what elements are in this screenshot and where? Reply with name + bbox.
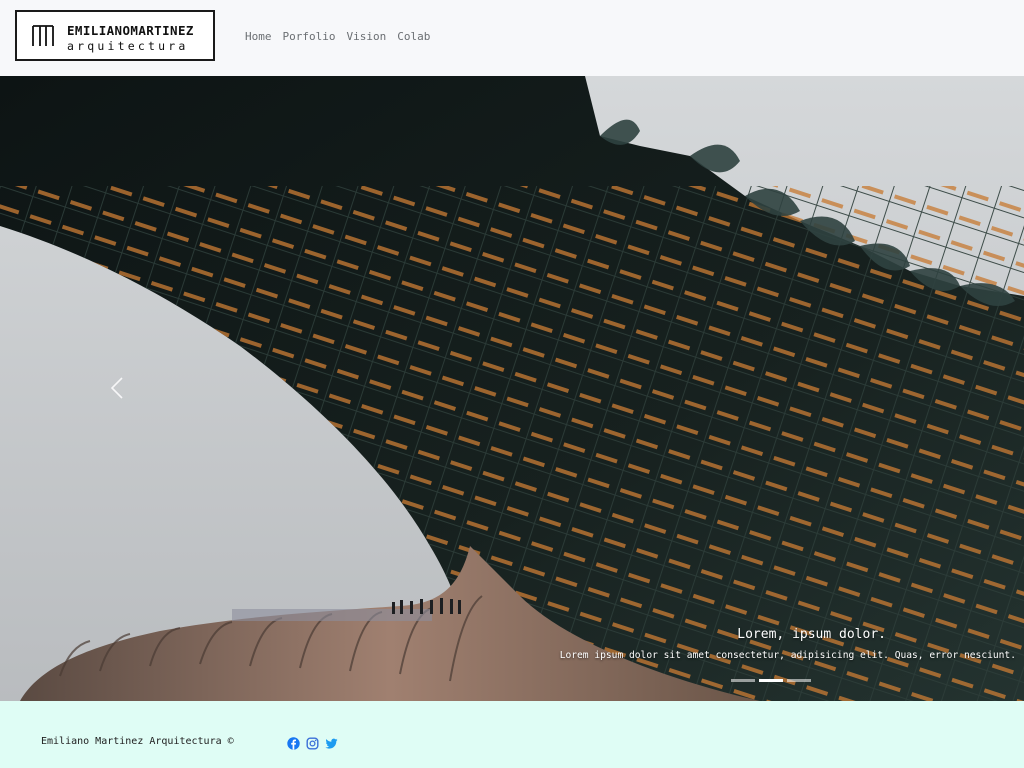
carousel-indicator-1[interactable] bbox=[731, 679, 755, 682]
twitter-icon[interactable] bbox=[325, 735, 338, 749]
site-footer: Emiliano Martinez Arquitectura © bbox=[0, 701, 1024, 768]
carousel-prev-button[interactable] bbox=[100, 366, 134, 410]
nav-item-colab[interactable]: Colab bbox=[397, 30, 430, 43]
nav-item-porfolio[interactable]: Porfolio bbox=[283, 30, 336, 43]
carousel-indicator-2[interactable] bbox=[759, 679, 783, 682]
slide-title: Lorem, ipsum dolor. bbox=[737, 627, 886, 642]
logo-mark-icon bbox=[32, 25, 54, 46]
brand-name-line2: arquitectura bbox=[67, 39, 189, 53]
brand-logo[interactable]: EMILIANOMARTINEZ arquitectura bbox=[15, 10, 215, 61]
site-header: EMILIANOMARTINEZ arquitectura Home Porfo… bbox=[0, 0, 1024, 76]
instagram-icon[interactable] bbox=[306, 735, 319, 750]
page: EMILIANOMARTINEZ arquitectura Home Porfo… bbox=[0, 0, 1024, 768]
chevron-left-icon bbox=[110, 377, 123, 399]
slide-text: Lorem ipsum dolor sit amet consectetur, … bbox=[559, 650, 1016, 661]
nav-item-home[interactable]: Home bbox=[245, 30, 272, 43]
slide-caption: Lorem, ipsum dolor. Lorem ipsum dolor si… bbox=[496, 627, 1016, 661]
carousel-indicators bbox=[731, 679, 811, 682]
nav-item-vision[interactable]: Vision bbox=[346, 30, 386, 43]
brand-name-line1: EMILIANOMARTINEZ bbox=[67, 23, 194, 38]
hero-carousel: Lorem, ipsum dolor. Lorem ipsum dolor si… bbox=[0, 76, 1024, 701]
main-nav: Home Porfolio Vision Colab bbox=[245, 30, 430, 43]
social-links bbox=[287, 735, 338, 750]
hero-slide-image bbox=[0, 76, 1024, 701]
facebook-icon[interactable] bbox=[287, 735, 300, 750]
carousel-indicator-3[interactable] bbox=[787, 679, 811, 682]
footer-copyright: Emiliano Martinez Arquitectura © bbox=[41, 736, 234, 747]
